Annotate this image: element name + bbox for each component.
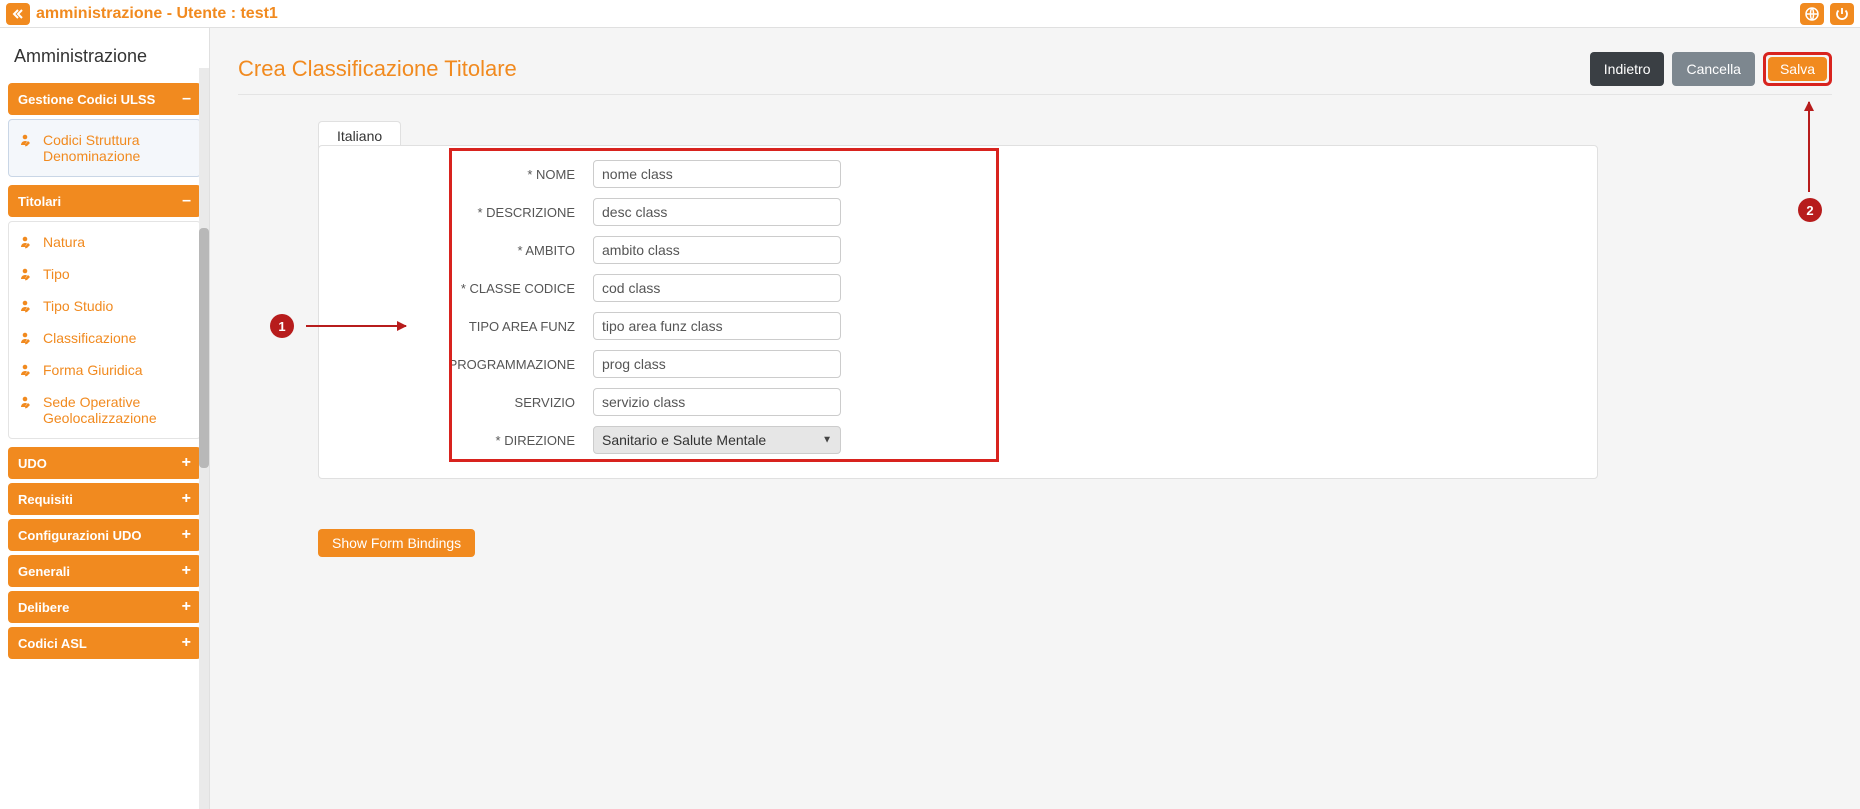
page-title: Crea Classificazione Titolare	[238, 56, 517, 82]
sidebar-item-tipo-studio[interactable]: Tipo Studio	[9, 290, 200, 322]
section-header-generali[interactable]: Generali +	[8, 555, 201, 587]
sidebar-item-classificazione[interactable]: Classificazione	[9, 322, 200, 354]
label-descrizione: * DESCRIZIONE	[333, 205, 593, 220]
sidebar-item-natura[interactable]: Natura	[9, 226, 200, 258]
section-header-gestione-codici-ulss[interactable]: Gestione Codici ULSS –	[8, 83, 201, 115]
section-label: Configurazioni UDO	[18, 528, 142, 543]
label-servizio: SERVIZIO	[333, 395, 593, 410]
section-label: Generali	[18, 564, 70, 579]
annotation-arrow-right	[306, 325, 406, 327]
minus-icon: –	[182, 90, 191, 108]
sidebar-item-label: Tipo Studio	[43, 298, 113, 314]
language-button[interactable]	[1800, 3, 1824, 25]
label-direzione: * DIREZIONE	[333, 433, 593, 448]
section-body-titolari: Natura Tipo Tipo Studio Classificazione …	[8, 221, 201, 439]
user-edit-icon	[19, 363, 35, 377]
sidebar-item-codici-struttura-denominazione[interactable]: Codici Struttura Denominazione	[9, 124, 200, 172]
sidebar-item-label: Tipo	[43, 266, 70, 282]
user-edit-icon	[19, 235, 35, 249]
plus-icon: +	[182, 634, 191, 652]
power-button[interactable]	[1830, 3, 1854, 25]
section-label: Codici ASL	[18, 636, 87, 651]
input-ambito[interactable]	[593, 236, 841, 264]
user-edit-icon	[19, 267, 35, 281]
label-classe-codice: * CLASSE CODICE	[333, 281, 593, 296]
power-icon	[1835, 7, 1849, 21]
annotation-marker-1: 1	[270, 314, 294, 338]
form-card: * NOME * DESCRIZIONE * AMBITO * CLASSE C…	[318, 145, 1598, 479]
sidebar-title: Amministrazione	[6, 36, 209, 79]
annotation-arrow-up	[1808, 102, 1810, 192]
section-label: Titolari	[18, 194, 61, 209]
section-header-delibere[interactable]: Delibere +	[8, 591, 201, 623]
section-label: UDO	[18, 456, 47, 471]
select-direzione-value: Sanitario e Salute Mentale	[602, 432, 766, 448]
main-content: Crea Classificazione Titolare Indietro C…	[210, 28, 1860, 809]
globe-icon	[1805, 7, 1819, 21]
user-edit-icon	[19, 395, 35, 409]
section-header-titolari[interactable]: Titolari –	[8, 185, 201, 217]
user-edit-icon	[19, 133, 35, 147]
chevron-left-double-icon	[12, 8, 24, 20]
input-servizio[interactable]	[593, 388, 841, 416]
user-edit-icon	[19, 331, 35, 345]
save-button[interactable]: Salva	[1768, 57, 1827, 81]
annotation-marker-2: 2	[1798, 198, 1822, 222]
input-descrizione[interactable]	[593, 198, 841, 226]
label-nome: * NOME	[333, 167, 593, 182]
sidebar-item-label: Codici Struttura Denominazione	[43, 132, 190, 164]
section-label: Requisiti	[18, 492, 73, 507]
section-header-configurazioni-udo[interactable]: Configurazioni UDO +	[8, 519, 201, 551]
page-header: Crea Classificazione Titolare Indietro C…	[238, 52, 1832, 95]
section-header-codici-asl[interactable]: Codici ASL +	[8, 627, 201, 659]
collapse-sidebar-button[interactable]	[6, 3, 30, 25]
label-programmazione: PROGRAMMAZIONE	[333, 357, 593, 372]
plus-icon: +	[182, 490, 191, 508]
section-label: Gestione Codici ULSS	[18, 92, 155, 107]
sidebar-item-tipo[interactable]: Tipo	[9, 258, 200, 290]
input-tipo-area-funz[interactable]	[593, 312, 841, 340]
sidebar-scrollbar-thumb[interactable]	[199, 228, 209, 468]
input-nome[interactable]	[593, 160, 841, 188]
sidebar-item-label: Forma Giuridica	[43, 362, 143, 378]
section-header-requisiti[interactable]: Requisiti +	[8, 483, 201, 515]
save-button-highlight: Salva	[1763, 52, 1832, 86]
app-title: amministrazione - Utente : test1	[36, 5, 278, 23]
sidebar-item-forma-giuridica[interactable]: Forma Giuridica	[9, 354, 200, 386]
back-button[interactable]: Indietro	[1590, 52, 1665, 86]
minus-icon: –	[182, 192, 191, 210]
section-body-gestione-codici-ulss: Codici Struttura Denominazione	[8, 119, 201, 177]
sidebar-item-label: Sede Operative Geolocalizzazione	[43, 394, 190, 426]
sidebar: Amministrazione Gestione Codici ULSS – C…	[0, 28, 210, 809]
plus-icon: +	[182, 454, 191, 472]
user-edit-icon	[19, 299, 35, 313]
input-classe-codice[interactable]	[593, 274, 841, 302]
sidebar-scrollbar[interactable]	[199, 68, 209, 809]
select-direzione[interactable]: Sanitario e Salute Mentale	[593, 426, 841, 454]
sidebar-item-label: Natura	[43, 234, 85, 250]
plus-icon: +	[182, 598, 191, 616]
section-header-udo[interactable]: UDO +	[8, 447, 201, 479]
plus-icon: +	[182, 526, 191, 544]
section-label: Delibere	[18, 600, 69, 615]
input-programmazione[interactable]	[593, 350, 841, 378]
label-ambito: * AMBITO	[333, 243, 593, 258]
cancel-button[interactable]: Cancella	[1672, 52, 1754, 86]
topbar: amministrazione - Utente : test1	[0, 0, 1860, 28]
sidebar-item-sede-operative-geolocalizzazione[interactable]: Sede Operative Geolocalizzazione	[9, 386, 200, 434]
sidebar-item-label: Classificazione	[43, 330, 136, 346]
plus-icon: +	[182, 562, 191, 580]
show-form-bindings-button[interactable]: Show Form Bindings	[318, 529, 475, 557]
